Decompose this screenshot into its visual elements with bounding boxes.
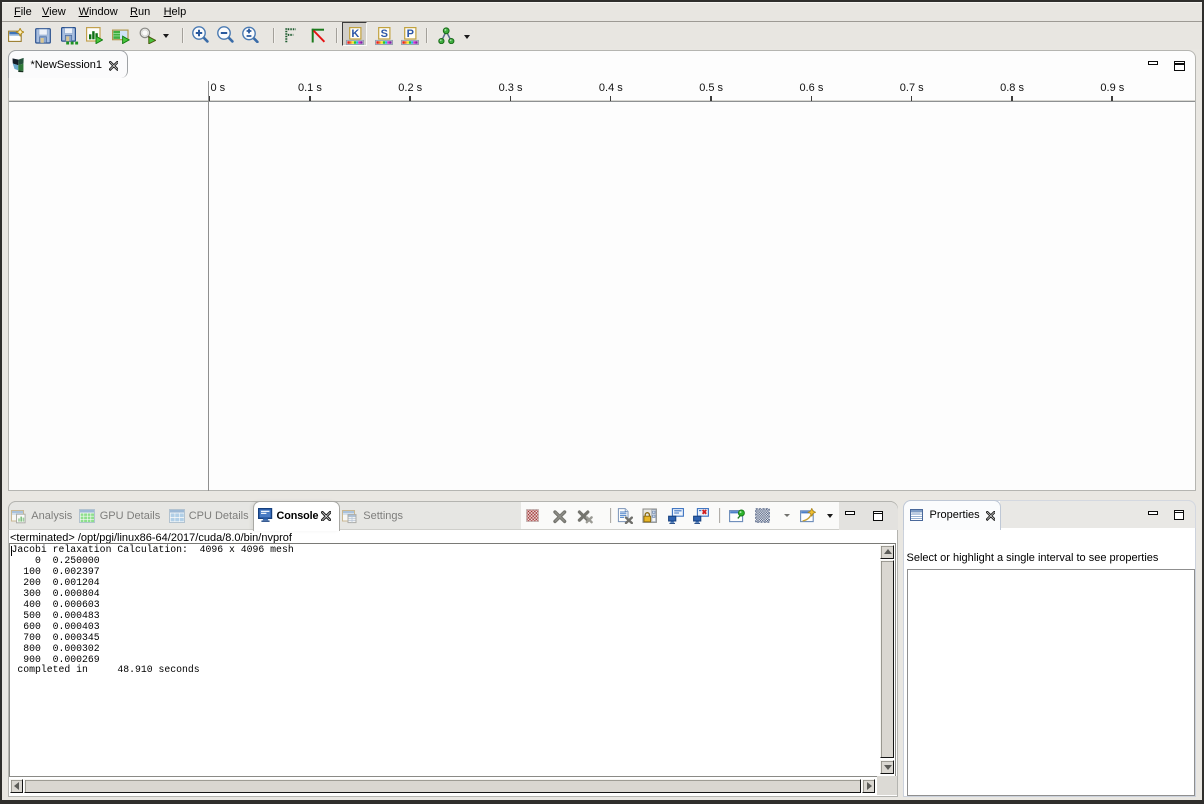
svg-text:S: S [380,28,387,40]
svg-text:P: P [407,28,414,40]
svg-text:K: K [352,28,360,40]
